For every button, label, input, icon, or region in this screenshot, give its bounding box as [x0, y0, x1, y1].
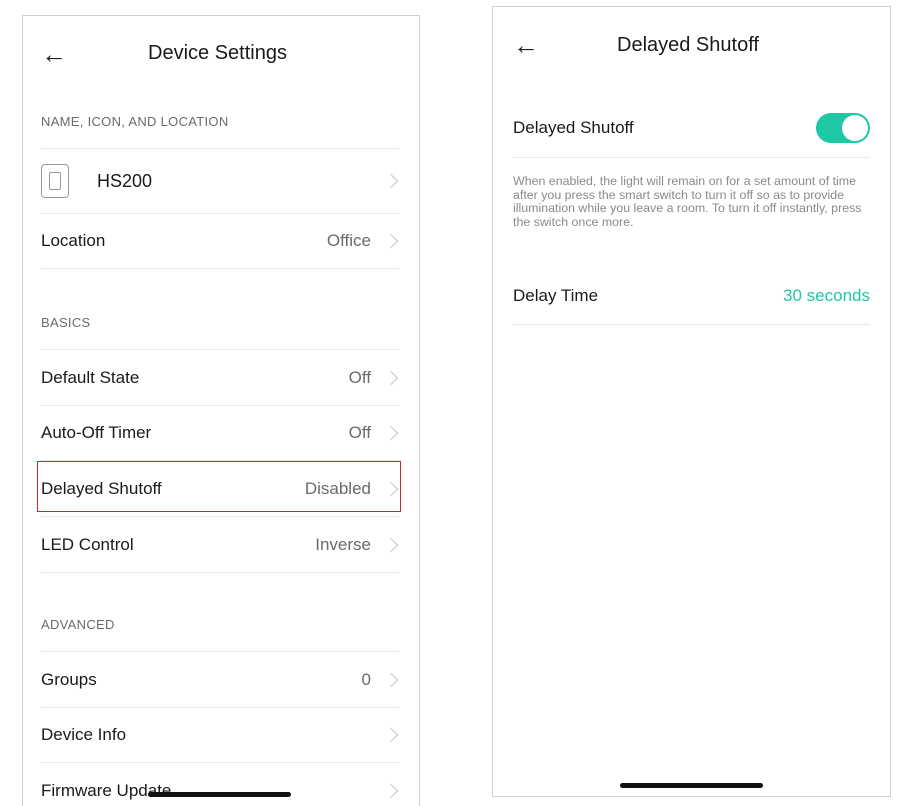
row-value: Off: [348, 422, 371, 442]
delay-time-row[interactable]: Delay Time 30 seconds: [513, 267, 870, 325]
row-label: LED Control: [41, 534, 134, 554]
chevron-right-icon: [385, 538, 399, 552]
toggle-label: Delayed Shutoff: [513, 118, 634, 137]
chevron-right-icon: [385, 784, 399, 798]
delayed-shutoff-toggle-row: Delayed Shutoff: [513, 99, 870, 158]
delay-time-label: Delay Time: [513, 285, 599, 305]
row-value: Inverse: [315, 534, 371, 554]
back-arrow-icon[interactable]: ←: [513, 32, 539, 58]
row-label: Device Info: [41, 724, 127, 744]
default-state-row[interactable]: Default State Off: [41, 349, 399, 406]
delayed-shutoff-screen: ← Delayed Shutoff Delayed Shutoff When e…: [492, 6, 891, 797]
chevron-right-icon: [385, 728, 399, 742]
groups-row[interactable]: Groups 0: [41, 651, 399, 708]
section-header-name-icon-location: NAME, ICON, AND LOCATION: [41, 114, 229, 129]
page-title: Delayed Shutoff: [617, 34, 759, 56]
device-info-row[interactable]: Device Info: [41, 707, 399, 763]
section-header-advanced: ADVANCED: [41, 617, 115, 632]
section-header-basics: BASICS: [41, 315, 91, 330]
device-settings-screen: ← Device Settings NAME, ICON, AND LOCATI…: [22, 15, 420, 806]
chevron-right-icon: [385, 174, 399, 188]
location-label: Location: [41, 230, 106, 250]
device-name: HS200: [97, 170, 153, 191]
highlight-box: [37, 461, 401, 512]
device-name-row[interactable]: HS200: [41, 148, 399, 214]
home-indicator: [620, 783, 763, 788]
chevron-right-icon: [385, 426, 399, 440]
location-row[interactable]: Location Office: [41, 213, 399, 269]
home-indicator: [148, 792, 291, 797]
chevron-right-icon: [385, 234, 399, 248]
chevron-right-icon: [385, 673, 399, 687]
delayed-shutoff-description: When enabled, the light will remain on f…: [513, 174, 862, 229]
delayed-shutoff-toggle[interactable]: [816, 113, 870, 143]
chevron-right-icon: [385, 371, 399, 385]
row-value: 0: [361, 669, 371, 689]
row-value: Off: [348, 367, 371, 387]
row-label: Default State: [41, 367, 140, 387]
auto-off-timer-row[interactable]: Auto-Off Timer Off: [41, 405, 399, 461]
led-control-row[interactable]: LED Control Inverse: [41, 517, 399, 573]
page-title: Device Settings: [148, 42, 287, 64]
switch-device-icon: [41, 164, 69, 198]
row-label: Auto-Off Timer: [41, 422, 152, 442]
row-label: Groups: [41, 669, 97, 689]
location-value: Office: [326, 230, 371, 250]
delay-time-value: 30 seconds: [783, 285, 870, 305]
firmware-update-row[interactable]: Firmware Update: [41, 763, 399, 806]
back-arrow-icon[interactable]: ←: [41, 41, 67, 67]
toggle-knob: [842, 115, 868, 141]
